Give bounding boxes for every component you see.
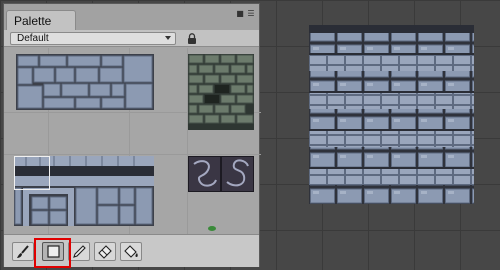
tile-selection-outline xyxy=(14,156,50,190)
painted-tilemap[interactable] xyxy=(309,25,474,204)
palette-dropdown[interactable]: Default xyxy=(10,32,176,45)
tool-bar xyxy=(4,234,259,268)
chevron-down-icon xyxy=(165,36,171,40)
picker-tool-button[interactable] xyxy=(68,242,90,261)
picker-icon xyxy=(73,244,86,258)
tile-carved-ornament[interactable] xyxy=(188,156,254,192)
selected-tool-highlight xyxy=(34,238,71,268)
palette-toolbar: Default xyxy=(4,30,259,47)
palette-dropdown-value: Default xyxy=(17,33,49,44)
eraser-tool-button[interactable] xyxy=(94,242,116,261)
maximize-icon[interactable]: ■ xyxy=(236,10,244,18)
tile-mossy-brick[interactable] xyxy=(188,54,254,130)
cursor-marker xyxy=(208,226,216,231)
lock-icon[interactable] xyxy=(187,33,197,44)
brush-icon xyxy=(17,244,29,258)
palette-tab[interactable]: Palette xyxy=(6,10,76,30)
eraser-icon xyxy=(98,244,112,259)
title-bar: Palette ■ ☰ xyxy=(4,4,259,30)
fill-tool-button[interactable] xyxy=(120,242,142,261)
palette-window: Palette ■ ☰ Default xyxy=(3,3,261,268)
brush-tool-button[interactable] xyxy=(12,242,34,261)
tile-palette-canvas[interactable] xyxy=(4,48,261,234)
tile-cobblestone-large[interactable] xyxy=(16,54,154,110)
menu-icon[interactable]: ☰ xyxy=(247,10,255,18)
bucket-fill-icon xyxy=(123,244,138,258)
